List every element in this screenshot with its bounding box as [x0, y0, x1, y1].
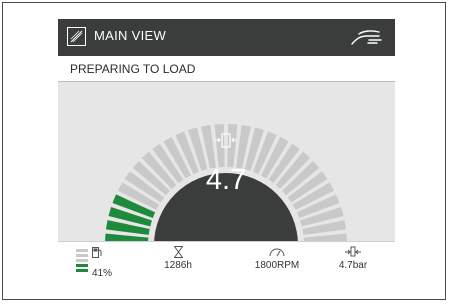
pressure-value: 4.7bar: [338, 260, 368, 271]
hourglass-icon: [173, 246, 183, 258]
hours-value: 1286h: [164, 260, 192, 271]
info-footer: 41% 1286h 1800RPM 4.7bar: [58, 241, 395, 287]
gauge-segment: [227, 124, 238, 168]
gauge-svg: 4.7: [105, 124, 347, 245]
main-view-icon[interactable]: [67, 27, 86, 46]
fuel-pump-icon: [92, 247, 102, 258]
fuel-stat: 41%: [72, 242, 112, 287]
display-screen: MAIN VIEW PREPARING TO LOAD 4.7 41% 1286…: [58, 19, 395, 287]
hours-stat: 1286h: [148, 242, 208, 287]
load-gauge: 4.7: [58, 82, 395, 245]
view-title: MAIN VIEW: [94, 28, 167, 43]
rpm-value: 1800RPM: [254, 260, 300, 271]
hand-touch-icon[interactable]: [349, 26, 385, 48]
rpm-stat: 1800RPM: [242, 242, 312, 287]
status-bar: PREPARING TO LOAD: [58, 56, 395, 82]
load-cylinder-icon: [345, 246, 361, 257]
gauge-value: 4.7: [206, 164, 246, 196]
header-bar: MAIN VIEW: [58, 19, 395, 56]
gauge-segment: [214, 124, 225, 168]
speedometer-icon: [269, 248, 285, 257]
fuel-value: 41%: [92, 268, 113, 279]
status-text: PREPARING TO LOAD: [70, 62, 196, 76]
pressure-stat: 4.7bar: [328, 242, 378, 287]
